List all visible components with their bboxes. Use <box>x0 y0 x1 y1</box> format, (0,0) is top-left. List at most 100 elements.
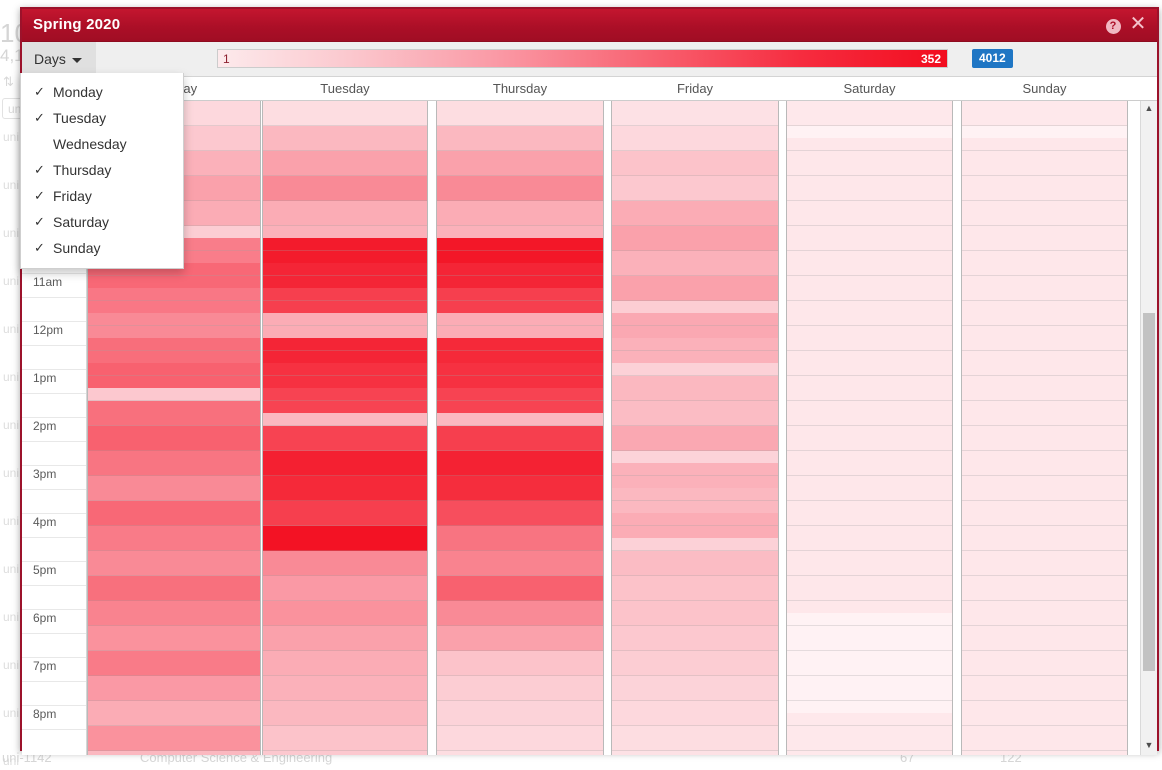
heatmap-cell[interactable] <box>263 301 427 313</box>
heatmap-cell[interactable] <box>787 288 952 301</box>
heatmap-cell[interactable] <box>962 451 1127 463</box>
heatmap-cell[interactable] <box>437 313 603 326</box>
heatmap-cell[interactable] <box>612 588 778 601</box>
heatmap-cell[interactable] <box>787 451 952 463</box>
heatmap-cell[interactable] <box>263 163 427 176</box>
heatmap-cell[interactable] <box>263 113 427 126</box>
heatmap-cell[interactable] <box>787 151 952 163</box>
heatmap-cell[interactable] <box>962 726 1127 738</box>
heatmap-cell[interactable] <box>612 326 778 338</box>
heatmap-cell[interactable] <box>437 276 603 288</box>
heatmap-cell[interactable] <box>88 551 260 563</box>
heatmap-cell[interactable] <box>962 738 1127 751</box>
heatmap-cell[interactable] <box>437 613 603 626</box>
heatmap-cell[interactable] <box>263 688 427 701</box>
heatmap-cell[interactable] <box>962 388 1127 401</box>
heatmap-cell[interactable] <box>962 538 1127 551</box>
heatmap-cell[interactable] <box>88 351 260 363</box>
heatmap-cell[interactable] <box>437 288 603 301</box>
heatmap-cell[interactable] <box>787 438 952 451</box>
heatmap-cell[interactable] <box>962 613 1127 626</box>
heatmap-cell[interactable] <box>612 301 778 313</box>
heatmap-cell[interactable] <box>88 563 260 576</box>
heatmap-cell[interactable] <box>612 413 778 426</box>
heatmap-cell[interactable] <box>437 513 603 526</box>
heatmap-cell[interactable] <box>787 226 952 238</box>
heatmap-cell[interactable] <box>962 376 1127 388</box>
heatmap-column-saturday[interactable] <box>786 101 953 755</box>
heatmap-cell[interactable] <box>962 563 1127 576</box>
heatmap-cell[interactable] <box>612 388 778 401</box>
heatmap-cell[interactable] <box>787 526 952 538</box>
heatmap-cell[interactable] <box>612 363 778 376</box>
heatmap-cell[interactable] <box>263 613 427 626</box>
heatmap-cell[interactable] <box>437 401 603 413</box>
heatmap-cell[interactable] <box>88 488 260 501</box>
heatmap-cell[interactable] <box>787 638 952 651</box>
heatmap-cell[interactable] <box>263 401 427 413</box>
heatmap-cell[interactable] <box>437 726 603 738</box>
heatmap-cell[interactable] <box>437 663 603 676</box>
heatmap-cell[interactable] <box>962 201 1127 213</box>
heatmap-cell[interactable] <box>437 238 603 251</box>
heatmap-cell[interactable] <box>263 338 427 351</box>
heatmap-cell[interactable] <box>263 226 427 238</box>
heatmap-cell[interactable] <box>437 251 603 263</box>
heatmap-cell[interactable] <box>962 413 1127 426</box>
heatmap-cell[interactable] <box>612 713 778 726</box>
heatmap-cell[interactable] <box>437 376 603 388</box>
heatmap-cell[interactable] <box>437 538 603 551</box>
heatmap-cell[interactable] <box>612 738 778 751</box>
heatmap-cell[interactable] <box>962 551 1127 563</box>
heatmap-cell[interactable] <box>962 251 1127 263</box>
heatmap-column-friday[interactable] <box>611 101 779 755</box>
heatmap-cell[interactable] <box>263 138 427 151</box>
heatmap-cell[interactable] <box>88 526 260 538</box>
heatmap-cell[interactable] <box>437 113 603 126</box>
heatmap-cell[interactable] <box>787 563 952 576</box>
heatmap-cell[interactable] <box>88 676 260 688</box>
heatmap-cell[interactable] <box>787 538 952 551</box>
heatmap-cell[interactable] <box>88 626 260 638</box>
heatmap-cell[interactable] <box>437 501 603 513</box>
heatmap-cell[interactable] <box>787 626 952 638</box>
heatmap-cell[interactable] <box>437 701 603 713</box>
heatmap-cell[interactable] <box>612 551 778 563</box>
days-dropdown-menu[interactable]: ✓Monday✓TuesdayWednesday✓Thursday✓Friday… <box>20 73 184 269</box>
heatmap-cell[interactable] <box>787 501 952 513</box>
heatmap-cell[interactable] <box>263 263 427 276</box>
heatmap-cell[interactable] <box>437 676 603 688</box>
heatmap-cell[interactable] <box>88 276 260 288</box>
heatmap-cell[interactable] <box>88 601 260 613</box>
heatmap-cell[interactable] <box>787 138 952 151</box>
heatmap-cell[interactable] <box>263 551 427 563</box>
heatmap-cell[interactable] <box>787 476 952 488</box>
heatmap-cell[interactable] <box>962 713 1127 726</box>
heatmap-cell[interactable] <box>612 251 778 263</box>
triangle-down-icon[interactable]: ▼ <box>1141 738 1157 755</box>
heatmap-cell[interactable] <box>263 363 427 376</box>
heatmap-cell[interactable] <box>437 138 603 151</box>
heatmap-column-tuesday[interactable] <box>262 101 428 755</box>
heatmap-cell[interactable] <box>263 513 427 526</box>
heatmap-cell[interactable] <box>263 701 427 713</box>
heatmap-cell[interactable] <box>962 576 1127 588</box>
heatmap-cell[interactable] <box>787 576 952 588</box>
heatmap-cell[interactable] <box>962 588 1127 601</box>
heatmap-cell[interactable] <box>437 588 603 601</box>
heatmap-cell[interactable] <box>612 701 778 713</box>
heatmap-cell[interactable] <box>612 201 778 213</box>
heatmap-cell[interactable] <box>962 288 1127 301</box>
heatmap-cell[interactable] <box>263 313 427 326</box>
heatmap-cell[interactable] <box>437 338 603 351</box>
heatmap-cell[interactable] <box>263 651 427 663</box>
heatmap-cell[interactable] <box>437 126 603 138</box>
heatmap-cell[interactable] <box>612 151 778 163</box>
heatmap-cell[interactable] <box>437 563 603 576</box>
heatmap-cell[interactable] <box>263 576 427 588</box>
heatmap-cell[interactable] <box>437 526 603 538</box>
heatmap-cell[interactable] <box>612 501 778 513</box>
heatmap-cell[interactable] <box>263 451 427 463</box>
days-menu-item-tuesday[interactable]: ✓Tuesday <box>21 105 183 131</box>
heatmap-cell[interactable] <box>787 301 952 313</box>
